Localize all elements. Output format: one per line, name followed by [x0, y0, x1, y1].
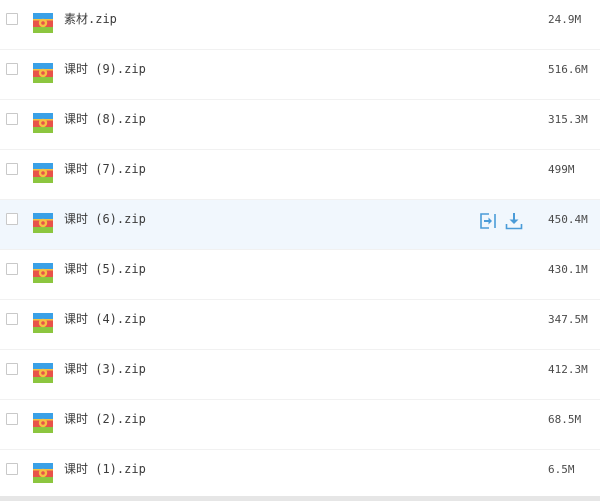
file-size: 347.5M — [548, 313, 588, 326]
zip-archive-icon — [33, 13, 53, 33]
file-size: 499M — [548, 163, 575, 176]
download-icon[interactable] — [504, 211, 524, 231]
file-size: 412.3M — [548, 363, 588, 376]
zip-archive-icon — [33, 163, 53, 183]
file-name[interactable]: 课时 (8).zip — [64, 111, 146, 127]
row-checkbox[interactable] — [6, 213, 18, 225]
file-name[interactable]: 素材.zip — [64, 11, 117, 27]
file-row[interactable]: 课时 (4).zip 347.5M — [0, 300, 600, 350]
zip-archive-icon — [33, 63, 53, 83]
row-checkbox[interactable] — [6, 463, 18, 475]
file-name[interactable]: 课时 (6).zip — [64, 211, 146, 227]
zip-archive-icon — [33, 313, 53, 333]
file-row[interactable]: 课时 (3).zip 412.3M — [0, 350, 600, 400]
zip-archive-icon — [33, 263, 53, 283]
zip-archive-icon — [33, 363, 53, 383]
file-size: 516.6M — [548, 63, 588, 76]
file-size: 68.5M — [548, 413, 582, 426]
row-checkbox[interactable] — [6, 313, 18, 325]
file-row[interactable]: 课时 (6).zip 450.4M — [0, 200, 600, 250]
file-name[interactable]: 课时 (1).zip — [64, 461, 146, 477]
zip-archive-icon — [33, 463, 53, 483]
file-row[interactable]: 课时 (2).zip 68.5M — [0, 400, 600, 450]
file-row[interactable]: 课时 (9).zip 516.6M — [0, 50, 600, 100]
row-checkbox[interactable] — [6, 113, 18, 125]
file-size: 24.9M — [548, 13, 582, 26]
file-list: 素材.zip 24.9M 课时 (9).zip 516.6M 课时 (8).zi… — [0, 0, 600, 501]
file-name[interactable]: 课时 (5).zip — [64, 261, 146, 277]
zip-archive-icon — [33, 113, 53, 133]
file-row[interactable]: 课时 (5).zip 430.1M — [0, 250, 600, 300]
zip-archive-icon — [33, 413, 53, 433]
file-name[interactable]: 课时 (7).zip — [64, 161, 146, 177]
row-checkbox[interactable] — [6, 63, 18, 75]
row-checkbox[interactable] — [6, 263, 18, 275]
file-row[interactable]: 素材.zip 24.9M — [0, 0, 600, 50]
file-size: 315.3M — [548, 113, 588, 126]
file-name[interactable]: 课时 (3).zip — [64, 361, 146, 377]
file-name[interactable]: 课时 (4).zip — [64, 311, 146, 327]
file-name[interactable]: 课时 (9).zip — [64, 61, 146, 77]
file-row[interactable]: 课时 (8).zip 315.3M — [0, 100, 600, 150]
file-size: 430.1M — [548, 263, 588, 276]
horizontal-scrollbar[interactable] — [0, 496, 600, 501]
file-row[interactable]: 课时 (7).zip 499M — [0, 150, 600, 200]
share-icon[interactable] — [478, 211, 498, 231]
row-checkbox[interactable] — [6, 363, 18, 375]
file-size: 450.4M — [548, 213, 588, 226]
file-size: 6.5M — [548, 463, 575, 476]
file-name[interactable]: 课时 (2).zip — [64, 411, 146, 427]
zip-archive-icon — [33, 213, 53, 233]
row-checkbox[interactable] — [6, 13, 18, 25]
file-row[interactable]: 课时 (1).zip 6.5M — [0, 450, 600, 500]
row-checkbox[interactable] — [6, 413, 18, 425]
row-checkbox[interactable] — [6, 163, 18, 175]
